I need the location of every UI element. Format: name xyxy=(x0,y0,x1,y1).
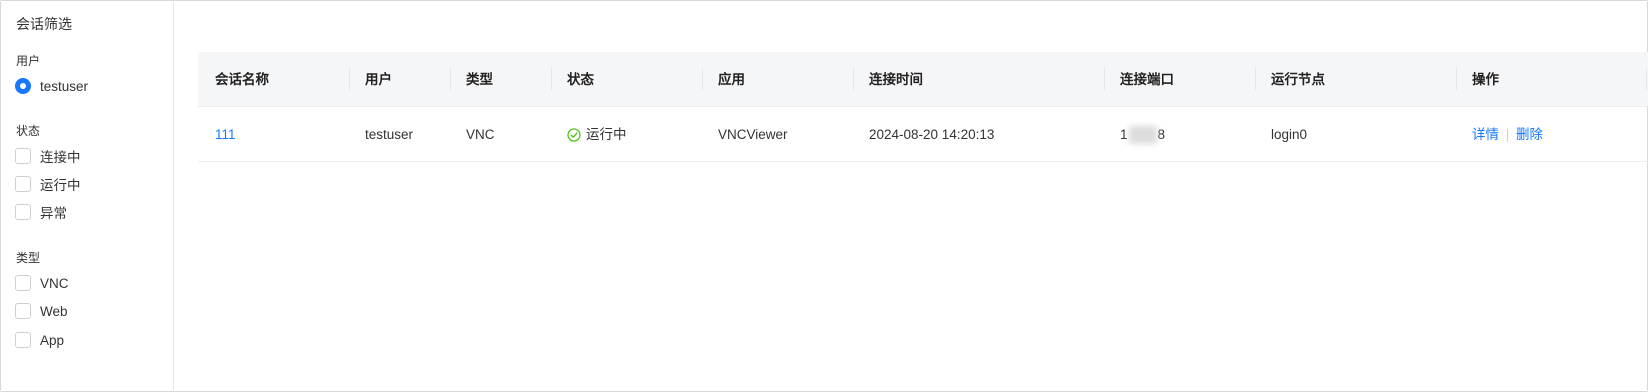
port-suffix: 8 xyxy=(1157,127,1166,142)
user-option-label: testuser xyxy=(40,78,89,94)
col-header-status: 状态 xyxy=(567,72,594,87)
col-header-app: 应用 xyxy=(718,72,745,87)
col-divider xyxy=(450,68,451,90)
user-filter-label: 用户 xyxy=(16,54,41,68)
status-filter-label: 状态 xyxy=(16,124,41,138)
status-option-connecting[interactable]: 连接中 xyxy=(15,146,81,166)
col-header-connect-time: 连接时间 xyxy=(869,72,923,87)
status-option-label: 运行中 xyxy=(40,178,81,193)
checkbox[interactable] xyxy=(15,303,31,319)
type-option-web[interactable]: Web xyxy=(15,301,68,321)
status-text: 运行中 xyxy=(586,127,627,142)
table-row: 111 testuser VNC 运行中 VNCViewer 2024-08-2… xyxy=(198,107,1648,162)
type-option-label: App xyxy=(40,332,65,348)
type-option-vnc[interactable]: VNC xyxy=(15,273,69,293)
detail-link[interactable]: 详情 xyxy=(1472,127,1499,142)
type-filter-label: 类型 xyxy=(16,251,41,265)
type-option-label: Web xyxy=(40,303,68,319)
status-option-label: 连接中 xyxy=(40,150,81,165)
status-option-running[interactable]: 运行中 xyxy=(15,174,81,194)
check-circle-icon xyxy=(567,127,581,142)
col-header-type: 类型 xyxy=(466,72,493,87)
col-header-actions: 操作 xyxy=(1472,72,1499,87)
col-divider xyxy=(1456,68,1457,90)
col-divider xyxy=(853,68,854,90)
cell-node: login0 xyxy=(1271,127,1308,142)
session-table: 会话名称 用户 类型 状态 应用 连接时间 连接端口 运行节点 操作 111 t… xyxy=(198,52,1648,162)
col-header-node: 运行节点 xyxy=(1271,72,1325,87)
action-divider xyxy=(1507,128,1508,142)
table-header: 会话名称 用户 类型 状态 应用 连接时间 连接端口 运行节点 操作 xyxy=(198,52,1648,107)
session-name-link[interactable]: 111 xyxy=(215,107,236,162)
status-option-label: 异常 xyxy=(40,206,67,221)
col-divider xyxy=(349,68,350,90)
port-prefix: 1 xyxy=(1120,127,1128,142)
session-panel: 会话筛选 用户 testuser 状态 连接中 运行中 异常 类型 VNC We… xyxy=(0,0,1648,392)
col-divider xyxy=(1104,68,1105,90)
col-divider xyxy=(1255,68,1256,90)
status-option-error[interactable]: 异常 xyxy=(15,202,67,222)
col-header-port: 连接端口 xyxy=(1120,72,1174,87)
checkbox[interactable] xyxy=(15,204,31,220)
checkbox[interactable] xyxy=(15,275,31,291)
cell-status: 运行中 xyxy=(567,107,627,162)
type-option-app[interactable]: App xyxy=(15,330,64,350)
cell-port: 18 xyxy=(1120,107,1165,162)
checkbox[interactable] xyxy=(15,148,31,164)
delete-link[interactable]: 删除 xyxy=(1516,127,1543,142)
user-option-testuser[interactable]: testuser xyxy=(15,76,88,96)
cell-connect-time: 2024-08-20 14:20:13 xyxy=(869,127,995,142)
cell-user: testuser xyxy=(365,127,414,142)
port-redaction xyxy=(1128,126,1157,145)
filter-title: 会话筛选 xyxy=(16,16,72,32)
checkbox[interactable] xyxy=(15,332,31,348)
cell-app: VNCViewer xyxy=(718,127,788,142)
col-header-session-name: 会话名称 xyxy=(215,72,269,87)
radio-selected-icon[interactable] xyxy=(15,78,31,94)
col-divider xyxy=(551,68,552,90)
cell-type: VNC xyxy=(466,127,495,142)
type-option-label: VNC xyxy=(40,275,69,291)
col-header-user: 用户 xyxy=(365,72,392,87)
session-filter-sidebar: 会话筛选 用户 testuser 状态 连接中 运行中 异常 类型 VNC We… xyxy=(2,2,174,392)
cell-actions: 详情 删除 xyxy=(1472,107,1543,162)
col-divider xyxy=(1646,68,1647,90)
col-divider xyxy=(702,68,703,90)
checkbox[interactable] xyxy=(15,176,31,192)
